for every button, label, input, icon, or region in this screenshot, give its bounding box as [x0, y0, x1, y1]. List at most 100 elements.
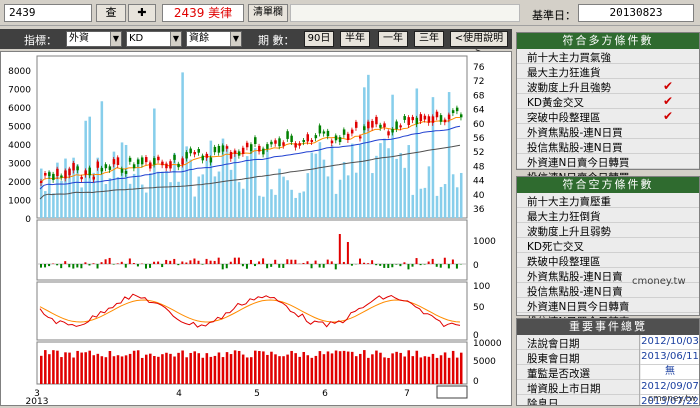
volume-red-bar [40, 356, 43, 384]
add-button[interactable]: ✚ [128, 4, 156, 22]
candle-body [460, 114, 463, 117]
flow-bar [72, 264, 74, 269]
flow-bar [399, 264, 401, 266]
candle-body [169, 161, 172, 168]
volume-red-bar [395, 352, 398, 384]
stock-chart[interactable]: 8000700060005000400030002000100007672686… [0, 51, 512, 406]
flow-bar [40, 264, 42, 268]
period-half-year-button[interactable]: 半年 [340, 31, 370, 47]
volume-bar [403, 168, 406, 218]
flow-bar [319, 264, 321, 267]
volume-bar [161, 172, 164, 218]
volume-bar [456, 187, 459, 218]
y-tick-label: 8000 [8, 67, 31, 77]
event-value: 2013/06/11 [641, 350, 699, 364]
volume-bar [165, 171, 168, 218]
volume-bar [339, 180, 342, 218]
period-one-year-button[interactable]: 一年 [378, 31, 408, 47]
volume-red-bar [214, 356, 217, 384]
volume-bar [105, 184, 108, 218]
volume-red-bar [68, 353, 71, 384]
volume-bar [412, 195, 415, 218]
flow-bar [379, 264, 381, 266]
volume-red-bar [76, 351, 79, 384]
volume-red-bar [222, 357, 225, 384]
flow-bar [331, 261, 333, 264]
divider [639, 335, 640, 350]
bull-condition-row: 投信焦點股-連N日買 [517, 139, 699, 154]
volume-red-bar [246, 357, 249, 384]
flow-bar [278, 264, 280, 268]
flow-bar [274, 260, 276, 264]
volume-bar [383, 139, 386, 218]
period-three-year-button[interactable]: 三年 [414, 31, 444, 47]
volume-red-bar [242, 355, 245, 384]
volume-red-bar [145, 355, 148, 384]
period-90d-button[interactable]: 90日 [304, 31, 334, 47]
clear-list-button[interactable]: 清單欄 [248, 4, 288, 22]
candle-body [161, 162, 164, 166]
volume-red-bar [448, 358, 451, 384]
flow-bar [222, 264, 224, 269]
flow-bar [202, 264, 204, 265]
flow-bar [311, 264, 313, 268]
flow-bar [371, 260, 373, 264]
candle-body [246, 143, 249, 147]
volume-bar [64, 159, 67, 218]
candle-body [137, 160, 140, 164]
indicator-select-1[interactable]: 外資▼ [66, 31, 122, 47]
event-row: 增資股上市日期2012/09/07 [517, 380, 699, 395]
volume-red-bar [206, 353, 209, 384]
flow-bar [258, 261, 260, 264]
volume-red-bar [339, 351, 342, 384]
select-3-value: 資餘 [189, 33, 209, 44]
flow-bar [173, 259, 175, 264]
flow-bar [246, 264, 248, 269]
volume-red-bar [307, 355, 310, 384]
volume-red-bar [218, 352, 221, 384]
candle-body [428, 116, 431, 123]
volume-red-bar [141, 358, 144, 384]
flow-bar [266, 264, 268, 268]
candle-body [242, 148, 245, 154]
stock-code-input[interactable]: 2439 [4, 4, 92, 22]
candle-body [234, 151, 237, 154]
y-tick-label: 2000 [8, 178, 31, 188]
volume-bar [424, 188, 427, 218]
candle-body [282, 142, 285, 145]
candle-body [238, 151, 241, 155]
volume-red-bar [323, 354, 326, 384]
indicator-select-2[interactable]: KD▼ [126, 31, 182, 47]
volume-red-bar [97, 354, 100, 384]
volume-bar [254, 148, 257, 218]
flow-bar [290, 260, 292, 264]
bull-condition-row: 波動度上升且強勢✔ [517, 79, 699, 94]
volume-bar [242, 189, 245, 218]
flow-bar [181, 262, 183, 264]
candle-body [193, 152, 196, 154]
flow-bar [315, 261, 317, 264]
query-button[interactable]: 查 [96, 4, 126, 22]
x-tick-label: 6 [322, 389, 328, 399]
bull-panel-title: 符合多方條件數 [517, 33, 699, 49]
volume-red-bar [210, 357, 213, 384]
volume-bar [290, 190, 293, 218]
flow-bar [92, 263, 94, 264]
flow-bar [165, 260, 167, 264]
volume-red-bar [432, 354, 435, 384]
volume-red-bar [444, 352, 447, 384]
candle-body [56, 169, 59, 176]
candle-body [286, 131, 289, 139]
indicator-select-3[interactable]: 資餘▼ [186, 31, 242, 47]
sub2-frame [37, 282, 467, 340]
volume-bar [262, 197, 265, 218]
volume-bar [121, 142, 124, 218]
help-button[interactable]: <使用說明> [450, 31, 508, 47]
flow-bar [302, 263, 304, 264]
volume-bar [343, 162, 346, 218]
candle-body [266, 144, 269, 149]
volume-red-bar [343, 351, 346, 384]
volume-bar [294, 198, 297, 218]
base-date-field[interactable]: 20130823 [578, 4, 694, 22]
bear-condition-row: KD死亡交叉 [517, 238, 699, 253]
